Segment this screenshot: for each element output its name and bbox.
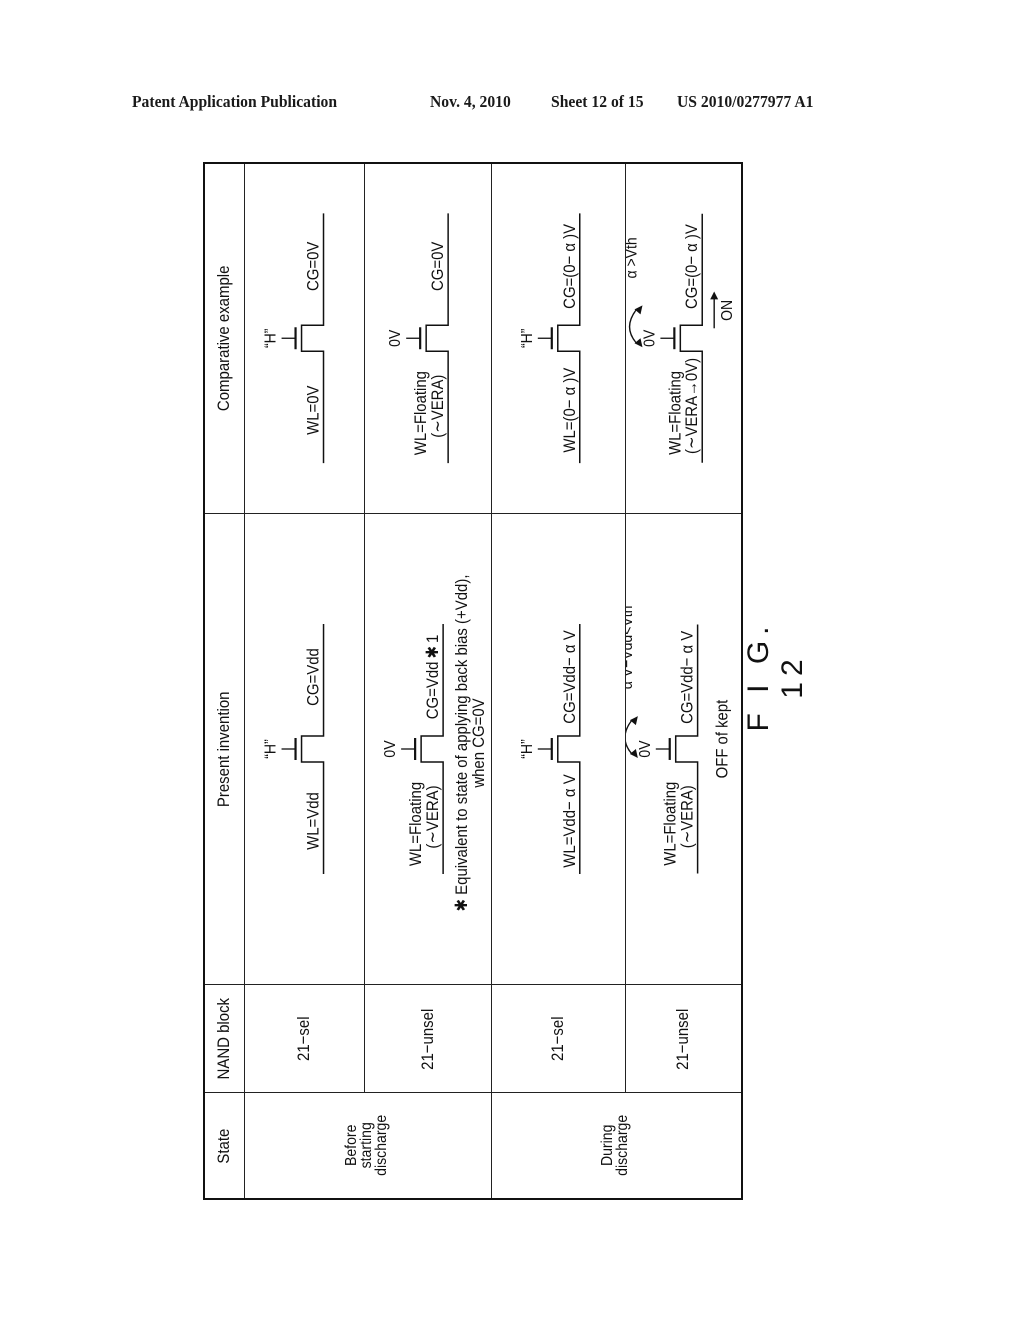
nand-block-cell: 21−unsel <box>364 985 491 1093</box>
nand-block-cell: 21−sel <box>244 985 364 1093</box>
present-invention-cell: 0V WL=Floating(∼VERA) CG=Vdd− α V α V−Vdd<V… <box>625 514 742 985</box>
figure-label: F I G. 12 <box>742 620 809 732</box>
state-cell-during-discharge: During discharge <box>491 1093 742 1199</box>
arrowhead-icon <box>629 716 638 726</box>
curved-arrow-icon <box>628 309 637 345</box>
wordline-voltage-label: WL=(0− α )V <box>560 368 578 453</box>
figure-table-rotated: State NAND block Present invention Compa… <box>203 162 743 1200</box>
transistor-diagram: 0V WL=Floating(∼VERA) CG=Vdd ✱ 1 ✱ Equivale… <box>381 575 488 912</box>
comparative-example-cell: 0V WL=Floating (∼VERA) CG=0V <box>364 163 491 514</box>
gate-voltage-label: “H” <box>518 329 536 349</box>
gate-voltage-label: “H” <box>261 740 279 760</box>
wordline-voltage-label: WL=Floating <box>661 782 679 866</box>
control-gate-voltage-label: CG=Vdd− α V <box>678 631 696 724</box>
transistor-diagram: 0V WL=Floating(∼VERA) CG=Vdd− α V α V−Vdd<V… <box>625 606 731 874</box>
control-gate-voltage-label: CG=Vdd− α V <box>560 630 578 724</box>
transistor-diagram: 0V WL=Floating(∼VERA→0V) CG=(0− α )V α >Vth… <box>626 214 736 464</box>
wordline-voltage-sublabel: (∼VERA) <box>429 375 447 438</box>
gate-voltage-label: 0V <box>636 741 654 758</box>
present-invention-cell: “H” WL=Vdd CG=Vdd <box>244 514 364 985</box>
control-gate-voltage-label: CG=0V <box>429 242 447 292</box>
gate-voltage-label: 0V <box>386 330 404 347</box>
threshold-comparison-label: α V−Vdd<Vth <box>626 606 636 690</box>
publication-date: Nov. 4, 2010 <box>430 92 511 111</box>
control-gate-voltage-label: CG=0V <box>304 242 322 292</box>
wordline-voltage-sublabel: (∼VERA→0V) <box>683 358 701 454</box>
wordline-voltage-label: WL=Vdd <box>304 793 322 851</box>
column-header-nand-block: NAND block <box>204 985 244 1093</box>
present-invention-cell: 0V WL=Floating (∼VERA) CG=Vdd ✱ 1 ✱ Equivale… <box>364 514 491 985</box>
control-gate-voltage-label: CG=(0− α )V <box>683 224 701 309</box>
patent-number: US 2010/0277977 A1 <box>677 92 814 111</box>
comparative-example-cell: “H” WL=(0− α )V CG=(0− α )V <box>491 163 625 514</box>
gate-voltage-label: 0V <box>381 741 399 758</box>
table-header-row: State NAND block Present invention Compa… <box>204 163 244 1199</box>
column-header-present-invention: Present invention <box>204 514 244 985</box>
transistor-diagram: “H” WL=Vdd CG=Vdd <box>261 624 324 875</box>
state-cell-before-discharge: Before starting discharge <box>244 1093 491 1199</box>
channel-on-label: ON <box>718 300 736 321</box>
channel-state-label: OFF of kept <box>713 700 731 779</box>
gate-voltage-label: “H” <box>517 740 535 760</box>
wordline-voltage-label: WL=Floating <box>412 372 430 456</box>
voltage-state-table: State NAND block Present invention Compa… <box>203 162 743 1200</box>
nand-block-cell: 21−unsel <box>625 985 742 1093</box>
footnote-label: ✱ Equivalent to state of applying back b… <box>453 575 471 912</box>
control-gate-voltage-label: CG=Vdd <box>304 649 322 707</box>
wordline-voltage-sublabel: (∼VERA) <box>678 786 696 849</box>
sheet-number: Sheet 12 of 15 <box>551 92 644 111</box>
column-header-comparative-example: Comparative example <box>204 163 244 514</box>
transistor-diagram: 0V WL=Floating(∼VERA) CG=0V <box>386 213 449 464</box>
table-row: Before starting discharge 21−sel “H” WL=V… <box>244 163 491 1199</box>
gate-voltage-label: 0V <box>640 330 658 347</box>
gate-voltage-label: “H” <box>261 329 279 349</box>
table-row: During discharge 21−sel “H” WL=Vdd− α V CG… <box>491 163 742 1199</box>
table-row: 21−unsel 0V WL=Floating (∼VERA) CG=Vdd ✱ 1 ✱… <box>364 163 491 1199</box>
present-invention-cell: “H” WL=Vdd− α V CG=Vdd− α V <box>491 514 625 985</box>
comparative-example-cell: 0V WL=Floating(∼VERA→0V) CG=(0− α )V α >Vth… <box>625 163 742 514</box>
wordline-voltage-label: WL=0V <box>304 386 322 436</box>
footnote-label: when CG=0V <box>470 699 488 790</box>
arrowhead-icon <box>634 305 642 315</box>
control-gate-voltage-label: CG=Vdd ✱ 1 <box>424 635 442 720</box>
wordline-voltage-sublabel: (∼VERA) <box>424 786 442 849</box>
nand-block-cell: 21−sel <box>491 985 625 1093</box>
control-gate-voltage-label: CG=(0− α )V <box>560 224 578 309</box>
threshold-comparison-label: α >Vth <box>626 238 641 279</box>
arrowhead-icon <box>709 291 718 300</box>
wordline-voltage-label: WL=Vdd− α V <box>560 774 578 868</box>
column-header-state: State <box>204 1093 244 1199</box>
wordline-voltage-label: WL=Floating <box>407 782 425 866</box>
wordline-voltage-label: WL=Floating <box>666 371 684 455</box>
comparative-example-cell: “H” WL=0V CG=0V <box>244 163 364 514</box>
publication-title: Patent Application Publication <box>132 92 338 111</box>
table-row: 21−unsel 0V WL=Floating (∼VERA) CG=Vdd− α V… <box>625 163 742 1199</box>
transistor-diagram: “H” WL=(0− α )V CG=(0− α )V <box>518 213 580 464</box>
curved-arrow-icon <box>625 720 632 755</box>
transistor-diagram: “H” WL=Vdd− α V CG=Vdd− α V <box>517 624 581 875</box>
transistor-diagram: “H” WL=0V CG=0V <box>261 213 324 464</box>
